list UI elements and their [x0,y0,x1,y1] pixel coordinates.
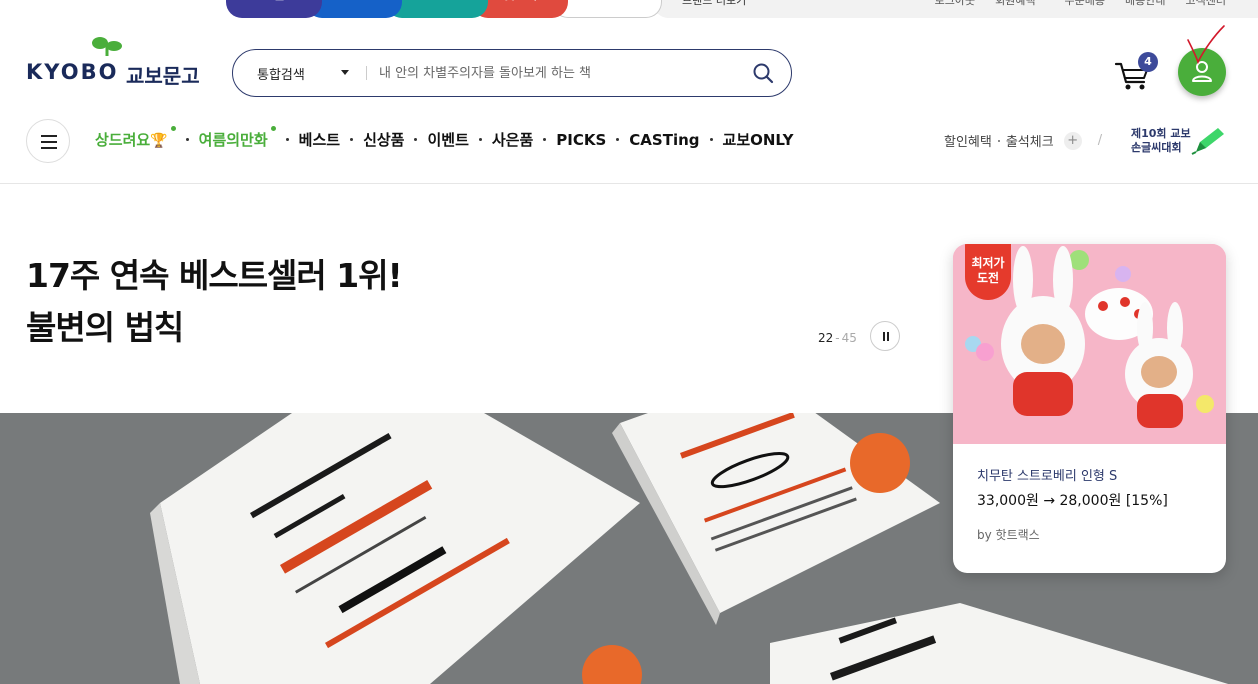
search-icon[interactable] [751,61,775,85]
pager-total: 45 [841,331,857,345]
lowest-price-badge: 최저가 도전 [965,244,1011,300]
logo-text-en: KYOBO [26,60,119,84]
pause-slideshow-button[interactable] [870,321,900,351]
nav-separator [543,138,547,141]
nav-item-best[interactable]: 베스트 [299,129,340,150]
top-links: 로그아웃 회원혜택 ˅ 주문배송 배송안내 고객센터 [935,0,1226,8]
pen-icon [1191,128,1224,155]
search-input[interactable] [379,60,739,86]
bird-logo-icon [92,37,122,56]
product-seller: by 핫트랙스 [977,528,1040,542]
logout-link[interactable]: 로그아웃 [935,0,975,8]
pause-icon [883,332,885,341]
pause-icon [887,332,889,341]
brand-more-link[interactable]: 브랜드 더보기 ˅ [682,0,755,8]
hero-title-line2: 불변의 법칙 [26,308,184,347]
top-strip: 교보문고 eBook sam 핫트랙스 스토리 브랜드 더보기 ˅ 로그아웃 회… [0,0,1258,18]
menu-icon-bar [41,141,57,143]
nav-right: 할인혜택 출석체크 + / [944,131,1116,150]
product-card[interactable]: 최저가 도전 치무탄 스트로베리 인형 S 33,000원 → 28,000원 … [953,244,1226,573]
kyobo-logo[interactable]: KYOBO 교보문고 [26,34,206,88]
nav-separator [997,139,1000,142]
nav-separator [350,138,354,141]
tab-kyobo[interactable]: 교보문고 [226,0,322,18]
plus-icon[interactable]: + [1063,131,1082,150]
nav-slash: / [1097,133,1103,148]
hamburger-menu-button[interactable] [26,119,70,163]
nav-separator [616,138,620,141]
tab-story[interactable]: 스토리 [552,0,662,18]
menu-icon-bar [41,147,57,149]
nav-separator [414,138,418,141]
product-name[interactable]: 치무탄 스트로베리 인형 S [977,465,1117,484]
pager-separator: - [835,331,840,345]
search-divider [366,66,367,80]
nav-item-new[interactable]: 신상품 [363,129,404,150]
attendance-link[interactable]: 출석체크 [1006,131,1054,150]
nav-item-freebies[interactable]: 사은품 [492,129,533,150]
slide-pager: 22-45 [818,331,857,345]
badge-line2: 도전 [976,271,1000,285]
contest-label-line1: 제10회 교보 [1131,127,1191,140]
logo-text-ko: 교보문고 [126,64,200,88]
order-delivery-link[interactable]: 주문배송 [1065,0,1105,8]
service-tabs: 교보문고 eBook sam 핫트랙스 스토리 [226,0,662,18]
new-dot-icon [170,126,176,131]
nav-item-gift[interactable]: 상드려요🏆 [95,126,176,150]
nav-item-label: 상드려요 [95,131,151,149]
nav-separator [285,138,289,141]
new-dot-icon [270,126,276,131]
hero-title[interactable]: 17주 연속 베스트셀러 1위! 불변의 법칙 [26,250,403,354]
pager-current: 22 [818,331,834,345]
trophy-icon: 🏆 [150,133,168,149]
product-price: 33,000원 → 28,000원 [15%] [977,493,1168,509]
nav-item-picks[interactable]: PICKS [556,131,606,149]
cart-count-badge: 4 [1138,52,1158,72]
nav-separator [709,138,713,141]
nav-item-event[interactable]: 이벤트 [427,129,468,150]
nav-item-label: 여름의만화 [198,131,268,149]
search-category-select[interactable]: 통합검색 [257,64,305,83]
nav-item-summer-comics[interactable]: 여름의만화 [198,126,276,150]
nav-separator [185,138,189,141]
main-nav: 상드려요🏆 여름의만화 베스트 신상품 이벤트 사은품 PICKS CASTin… [95,126,794,150]
header-divider [0,183,1258,184]
member-benefits-link[interactable]: 회원혜택 ˅ [995,0,1044,8]
delivery-info-link[interactable]: 배송안내 [1125,0,1165,8]
nav-item-kyobo-only[interactable]: 교보ONLY [723,129,794,150]
discount-link[interactable]: 할인혜택 [944,131,992,150]
search-bar: 통합검색 [232,49,792,97]
nav-item-casting[interactable]: CASTing [629,131,699,149]
contest-label-line2: 손글씨대회 [1131,141,1182,154]
nav-separator [478,138,482,141]
customer-center-link[interactable]: 고객센터 [1186,0,1226,8]
menu-icon-bar [41,135,57,137]
checkmark-annotation-icon [1187,25,1225,65]
badge-line1: 최저가 [971,256,1005,270]
caret-down-icon[interactable] [341,70,349,75]
handwriting-contest-link[interactable]: 제10회 교보 손글씨대회 [1131,127,1191,155]
hero-title-line1: 17주 연속 베스트셀러 1위! [26,256,403,295]
